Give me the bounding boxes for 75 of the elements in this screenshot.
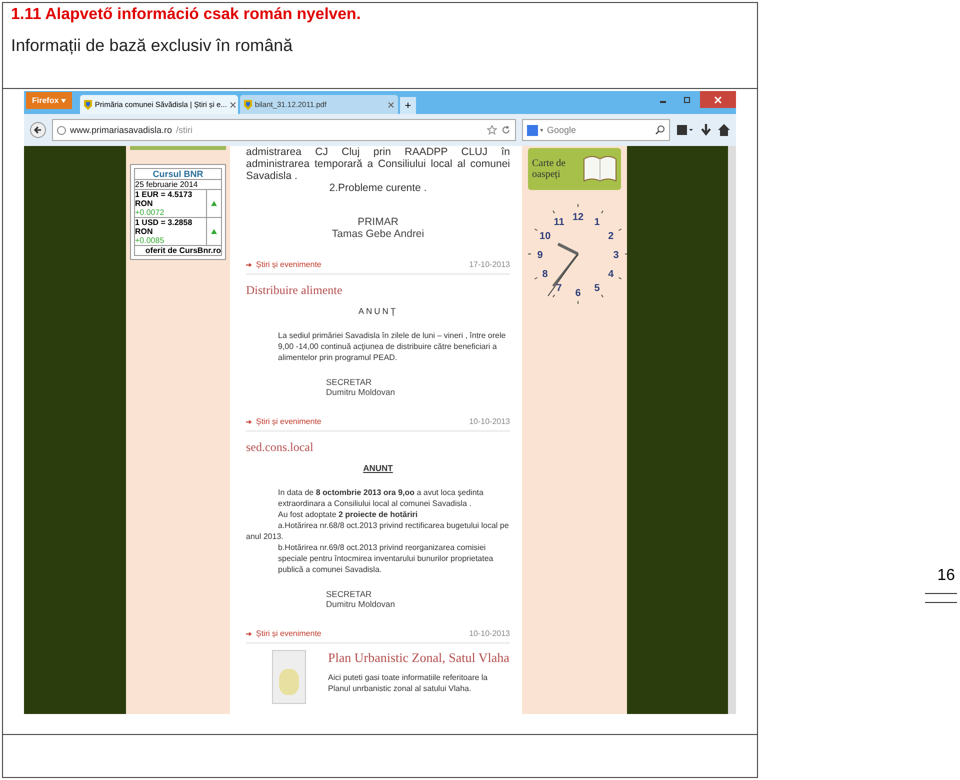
download-icon[interactable]	[700, 124, 712, 136]
widget-title: Cursul BNR	[134, 168, 222, 180]
arrow-icon	[246, 420, 252, 424]
agenda-item: 2.Probleme curente .	[328, 182, 428, 194]
clock-numeral: 5	[594, 282, 600, 294]
up-arrow-icon	[211, 229, 217, 234]
signature-line: Dumitru Moldovan	[326, 387, 396, 397]
post-date: 10-10-2013	[469, 629, 510, 638]
rate-change: +0.0072	[135, 208, 166, 217]
clock-numeral: 9	[537, 250, 543, 261]
address-field[interactable]: www.primariasavadisla.ro /stiri	[52, 119, 516, 141]
post-date: 17-10-2013	[469, 260, 510, 269]
search-field[interactable]: Google	[522, 119, 670, 141]
clock-numeral: 2	[608, 231, 614, 242]
arrow-icon	[246, 262, 252, 266]
signature-line: PRIMAR	[356, 216, 400, 228]
home-icon[interactable]	[718, 124, 730, 136]
exchange-rate: 1 EUR = 4.5173 RON	[135, 190, 194, 208]
clock-numeral: 11	[554, 217, 564, 228]
exchange-rate: 1 USD = 3.2858 RON	[135, 218, 194, 236]
clock-numeral: 6	[575, 288, 581, 299]
post-summary: Aici puteti gasi toate informatiile referitoare la Planul unrbanistic zonal al satului Vlaha.	[328, 672, 489, 694]
clock-numeral: 10	[540, 231, 551, 242]
section-subtitle: Informații de bază exclusiv în română	[11, 36, 294, 56]
page-number: 16	[936, 567, 956, 585]
rate-date: 25 februarie 2014	[134, 180, 222, 190]
clock-numeral: 1	[594, 217, 600, 228]
signature-line: Dumitru Moldovan	[326, 599, 396, 609]
signature-line: SECRETAR	[326, 589, 373, 599]
close-icon[interactable]	[700, 91, 736, 108]
intro-text: admistrarea CJ Cluj prin RAADPP CLUJ în administrarea temporară a Consiliului local al comunei Savadisla .	[246, 146, 510, 182]
new-tab-button[interactable]: +	[400, 97, 416, 114]
search-engine-icon[interactable]	[527, 124, 543, 136]
up-arrow-icon	[211, 201, 217, 206]
notice-heading: ANUNŢ	[357, 306, 399, 316]
map-thumbnail[interactable]	[272, 650, 306, 704]
book-icon	[583, 154, 617, 184]
reload-icon[interactable]	[501, 125, 511, 135]
post-title[interactable]: sed.cons.local	[246, 440, 510, 455]
globe-icon	[57, 126, 66, 134]
crest-icon	[244, 100, 252, 110]
notice-heading: ANUNT	[362, 463, 394, 473]
close-tab-icon[interactable]	[388, 102, 394, 108]
crest-icon	[84, 100, 92, 110]
firefox-menu-button[interactable]: Firefox	[26, 92, 72, 109]
back-icon[interactable]	[30, 122, 46, 138]
category-link[interactable]: Știri și evenimente	[256, 417, 322, 426]
star-icon[interactable]	[487, 125, 497, 135]
clock-numeral: 12	[572, 212, 584, 223]
notice-paragraph: b.Hotărirea nr.69/8 oct.2013 privind reorganizarea comisiei speciale pentru întocmirea inventarului bunurilor proprietatea publică a comunei Savadisla.	[277, 542, 494, 575]
clock-numeral: 8	[542, 269, 548, 280]
signature-line: SECRETAR	[326, 377, 373, 387]
widget-credit: oferit de CursBnr.ro	[134, 246, 222, 256]
bookmarks-icon[interactable]	[676, 124, 694, 136]
rate-change: +0.0085	[135, 236, 166, 245]
category-link[interactable]: Știri și evenimente	[256, 260, 322, 269]
notice-paragraph: In data de 8 octombrie 2013 ora 9,oo a avut loca şedinta extraordinara a Consiliului local al comunei Savadisla .	[277, 487, 484, 509]
post-title[interactable]: Distribuire alimente	[246, 283, 510, 298]
notice-paragraph: Au fost adoptate 2 proiecte de hotăriri	[277, 509, 419, 520]
close-tab-icon[interactable]	[230, 102, 236, 108]
guestbook-banner[interactable]: Carte de oaspeți	[528, 148, 621, 190]
category-link[interactable]: Știri și evenimente	[256, 629, 322, 638]
post-title[interactable]: Plan Urbanistic Zonal, Satul Vlaha	[328, 650, 510, 666]
section-heading: 1.11 Alapvető információ csak román nyelven.	[11, 6, 362, 24]
clock-numeral: 3	[613, 250, 619, 261]
post-date: 10-10-2013	[469, 417, 510, 426]
clock-numeral: 4	[608, 269, 614, 280]
notice-paragraph: La sediul primăriei Savadisla în zilele de luni – vineri , între orele 9,00 -14,00 continuă acţiunea de distribuire către beneficiari a alimentelor prin programul PEAD.	[277, 330, 507, 363]
scrollbar[interactable]	[728, 146, 736, 714]
clock-numeral: 7	[556, 282, 562, 294]
search-icon[interactable]	[655, 125, 665, 135]
arrow-icon	[246, 632, 252, 636]
signature-line: Tamas Gebe Andrei	[330, 228, 426, 240]
notice-paragraph: a.Hotărirea nr.68/8 oct.2013 privind rectificarea bugetului local pe anul 2013.	[246, 520, 510, 542]
caret-icon	[60, 99, 66, 103]
